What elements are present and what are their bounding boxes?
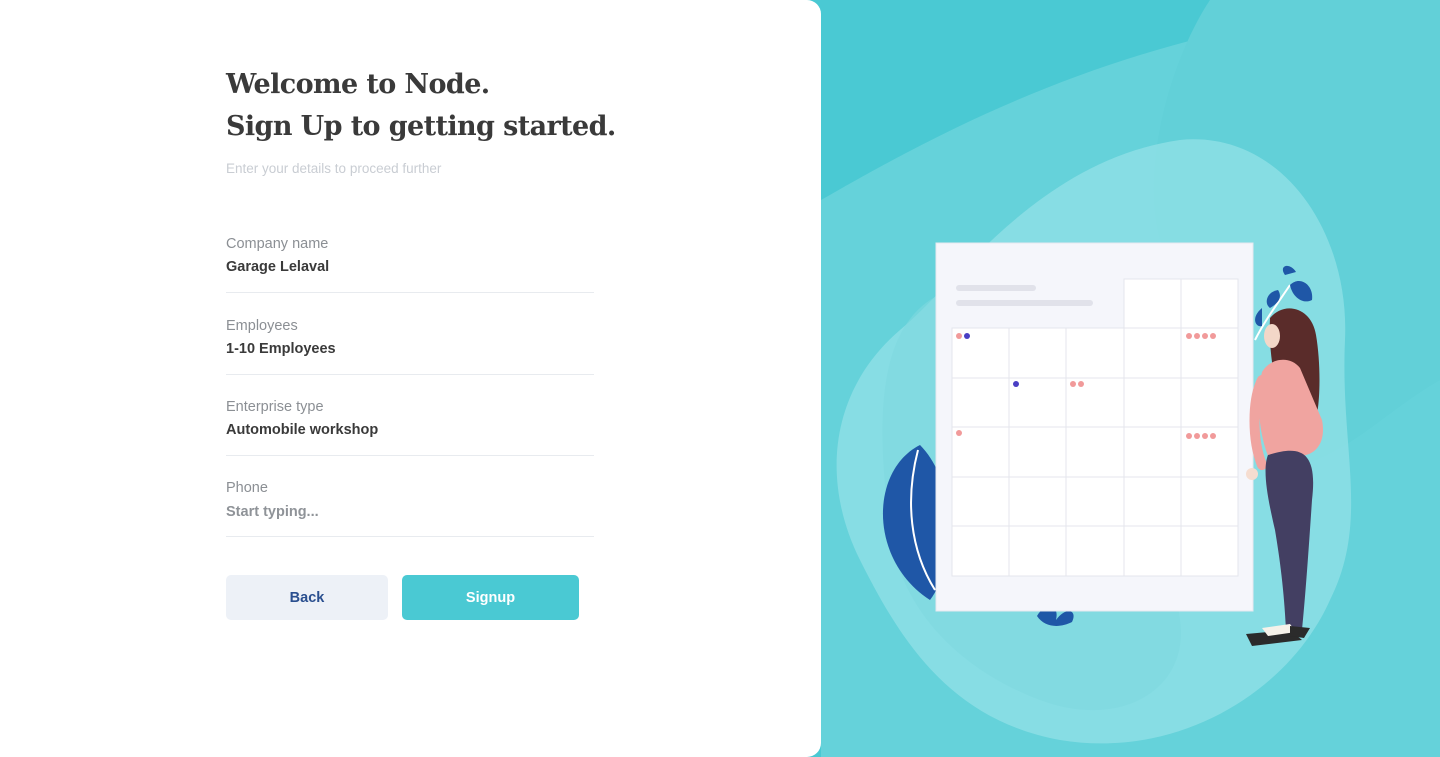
- employees-label: Employees: [226, 318, 298, 334]
- title-line-1: Welcome to Node.: [226, 69, 490, 100]
- subtitle: Enter your details to proceed further: [226, 161, 442, 176]
- company-name-label: Company name: [226, 236, 329, 252]
- page-title: Welcome to Node. Sign Up to getting star…: [226, 64, 616, 148]
- enterprise-type-field[interactable]: Enterprise type Automobile workshop: [226, 399, 594, 456]
- enterprise-type-value[interactable]: Automobile workshop: [226, 422, 378, 438]
- phone-input[interactable]: [226, 500, 586, 524]
- signup-button[interactable]: Signup: [402, 575, 579, 620]
- phone-label: Phone: [226, 480, 268, 496]
- employees-value[interactable]: 1-10 Employees: [226, 341, 336, 357]
- signup-card: Welcome to Node. Sign Up to getting star…: [0, 0, 821, 757]
- enterprise-type-label: Enterprise type: [226, 399, 324, 415]
- company-name-value[interactable]: Garage Lelaval: [226, 259, 329, 275]
- employees-field[interactable]: Employees 1-10 Employees: [226, 318, 594, 375]
- back-button[interactable]: Back: [226, 575, 388, 620]
- phone-field[interactable]: Phone: [226, 480, 594, 537]
- company-name-field[interactable]: Company name Garage Lelaval: [226, 236, 594, 293]
- title-line-2: Sign Up to getting started.: [226, 111, 616, 142]
- signup-page: Welcome to Node. Sign Up to getting star…: [0, 0, 1440, 757]
